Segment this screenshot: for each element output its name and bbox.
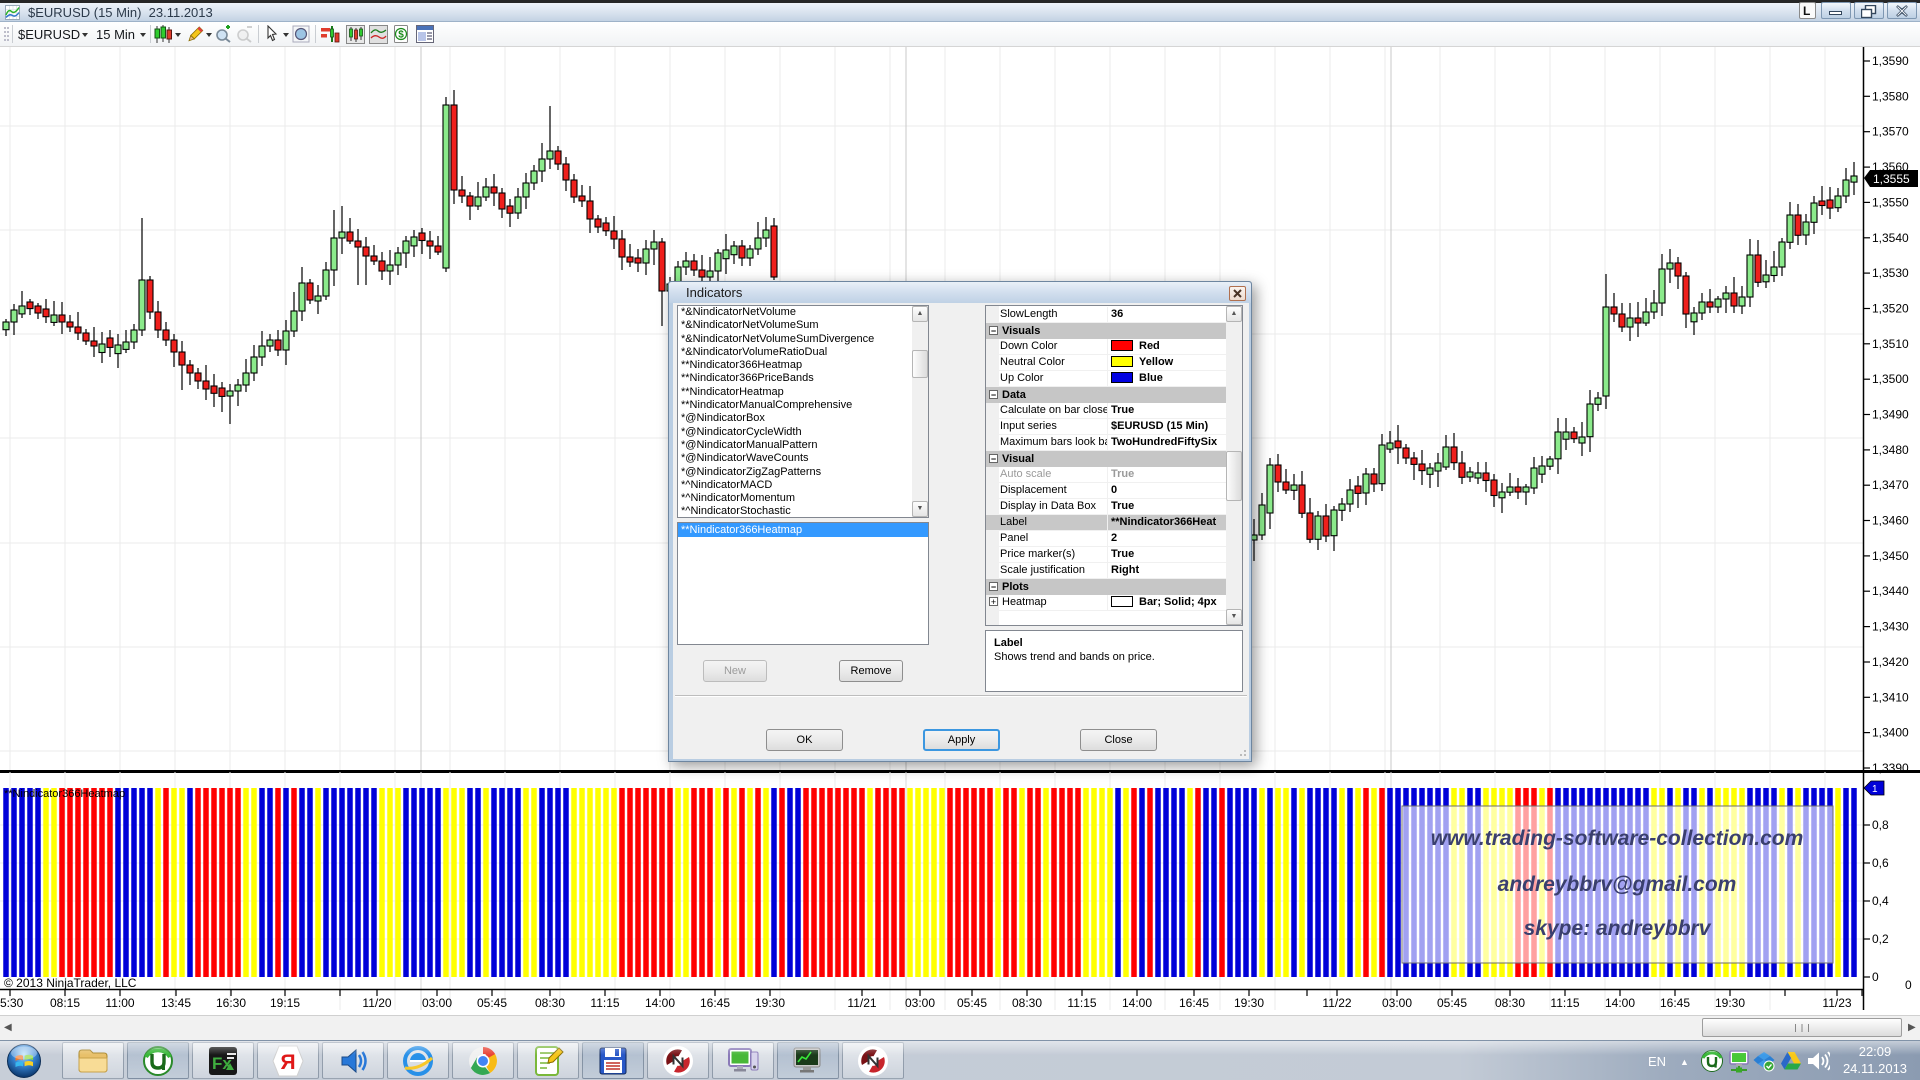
svg-text:05:45: 05:45 [477, 996, 507, 1010]
svg-text:andreybbrv@gmail.com: andreybbrv@gmail.com [1498, 873, 1737, 896]
svg-text:19:15: 19:15 [270, 996, 300, 1010]
svg-text:1: 1 [1872, 784, 1878, 795]
svg-text:03:00: 03:00 [905, 996, 935, 1010]
svg-text:1,3510: 1,3510 [1872, 337, 1909, 351]
svg-text:© 2013 NinjaTrader, LLC: © 2013 NinjaTrader, LLC [4, 976, 137, 990]
svg-text:5:30: 5:30 [0, 996, 24, 1010]
svg-text:1,3590: 1,3590 [1872, 54, 1909, 68]
svg-text:1,3570: 1,3570 [1872, 125, 1909, 139]
svg-text:11:15: 11:15 [590, 996, 619, 1010]
svg-text:1,3490: 1,3490 [1872, 408, 1909, 422]
svg-text:19:30: 19:30 [755, 996, 785, 1010]
svg-text:16:45: 16:45 [1660, 996, 1690, 1010]
svg-text:03:00: 03:00 [422, 996, 452, 1010]
svg-text:skype: andreybbrv: skype: andreybbrv [1524, 917, 1712, 940]
svg-text:14:00: 14:00 [645, 996, 675, 1010]
svg-text:1,3580: 1,3580 [1872, 89, 1909, 103]
svg-text:11/22: 11/22 [1322, 996, 1351, 1010]
svg-text:1,3530: 1,3530 [1872, 266, 1909, 280]
svg-text:11/23: 11/23 [1822, 996, 1851, 1010]
svg-text:0: 0 [1905, 978, 1912, 992]
svg-text:19:30: 19:30 [1715, 996, 1745, 1010]
svg-text:16:30: 16:30 [216, 996, 246, 1010]
svg-text:08:30: 08:30 [1495, 996, 1525, 1010]
svg-text:$: $ [398, 30, 404, 41]
svg-text:05:45: 05:45 [1437, 996, 1467, 1010]
svg-text:www.trading-software-collectio: www.trading-software-collection.com [1431, 827, 1804, 850]
svg-text:03:00: 03:00 [1382, 996, 1412, 1010]
svg-text:0: 0 [1872, 970, 1879, 984]
svg-text:1,3400: 1,3400 [1872, 726, 1909, 740]
svg-text:11/21: 11/21 [847, 996, 876, 1010]
svg-text:1,3430: 1,3430 [1872, 620, 1909, 634]
svg-text:1,3520: 1,3520 [1872, 302, 1909, 316]
svg-text:Я: Я [280, 1051, 295, 1074]
svg-text:**Nindicator366Heatmap: **Nindicator366Heatmap [4, 788, 125, 800]
svg-text:0,2: 0,2 [1872, 932, 1889, 946]
svg-text:16:45: 16:45 [700, 996, 730, 1010]
svg-text:0,6: 0,6 [1872, 856, 1889, 870]
svg-text:19:30: 19:30 [1234, 996, 1264, 1010]
svg-text:1,3550: 1,3550 [1872, 195, 1909, 209]
svg-text:1,3480: 1,3480 [1872, 443, 1909, 457]
svg-text:1,3450: 1,3450 [1872, 549, 1909, 563]
svg-text:1,3555: 1,3555 [1873, 172, 1910, 186]
svg-text:08:15: 08:15 [50, 996, 80, 1010]
svg-text:08:30: 08:30 [535, 996, 565, 1010]
svg-text:11/20: 11/20 [362, 996, 391, 1010]
svg-text:14:00: 14:00 [1605, 996, 1635, 1010]
svg-text:1,3410: 1,3410 [1872, 690, 1909, 704]
svg-text:16:45: 16:45 [1179, 996, 1209, 1010]
svg-text:11:00: 11:00 [105, 996, 134, 1010]
svg-text:14:00: 14:00 [1122, 996, 1152, 1010]
svg-text:11:15: 11:15 [1550, 996, 1579, 1010]
svg-text:1,3500: 1,3500 [1872, 372, 1909, 386]
svg-text:0,8: 0,8 [1872, 818, 1889, 832]
svg-text:11:15: 11:15 [1067, 996, 1096, 1010]
svg-text:Fx: Fx [212, 1054, 232, 1073]
svg-text:1,3470: 1,3470 [1872, 478, 1909, 492]
svg-text:1,3540: 1,3540 [1872, 231, 1909, 245]
svg-text:0,4: 0,4 [1872, 894, 1889, 908]
svg-text:13:45: 13:45 [161, 996, 191, 1010]
svg-text:1,3420: 1,3420 [1872, 655, 1909, 669]
svg-text:08:30: 08:30 [1012, 996, 1042, 1010]
svg-text:1,3440: 1,3440 [1872, 584, 1909, 598]
svg-text:05:45: 05:45 [957, 996, 987, 1010]
svg-text:1,3460: 1,3460 [1872, 514, 1909, 528]
